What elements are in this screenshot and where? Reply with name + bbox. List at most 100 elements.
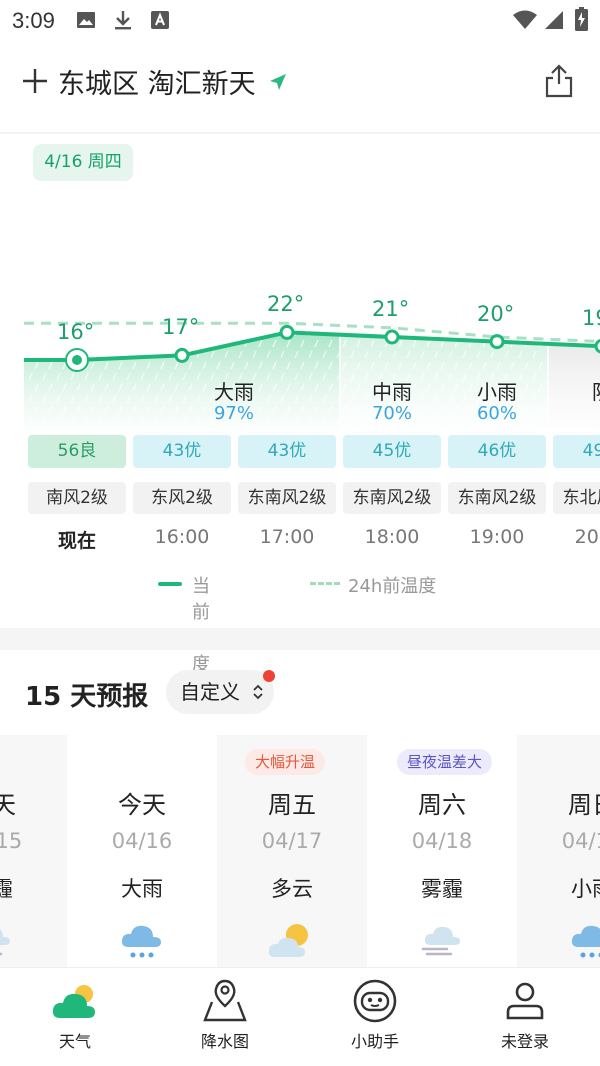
forecast-day-name: 昨天 [0, 791, 16, 819]
hourly-precip-chance: 97% [213, 403, 254, 424]
tab-label: 降水图 [200, 1032, 249, 1051]
hourly-time: 18:00 [364, 526, 420, 548]
forecast-day[interactable]: 周日 04/19 小雨 [517, 735, 600, 967]
sort-chevron-icon [253, 684, 263, 700]
tab-label: 天气 [58, 1032, 91, 1051]
aqi-badge[interactable]: 45优 [343, 435, 441, 468]
tab-label: 未登录 [500, 1032, 549, 1051]
rain-cloud-icon [571, 925, 600, 958]
hourly-time: 16:00 [154, 526, 210, 548]
image-notification-icon [77, 12, 95, 28]
hourly-condition: 阴 [550, 376, 600, 405]
status-time: 3:09 [12, 8, 55, 33]
tab-label: 小助手 [350, 1032, 399, 1051]
hourly-condition: 中雨 [372, 380, 412, 404]
tab-login[interactable]: 未登录 [450, 968, 600, 1066]
forecast-day-condition: 雾霾 [421, 877, 463, 901]
hourly-time: 17:00 [259, 526, 315, 548]
forecast-day[interactable]: 昼夜温差大周六 04/18 雾霾 [367, 735, 517, 967]
section-gap [0, 628, 600, 650]
app-header: 东城区 淘汇新天 [0, 56, 600, 108]
font-notification-icon [151, 11, 169, 29]
battery-charging-icon [575, 7, 588, 31]
aqi-badge[interactable]: 43优 [133, 435, 231, 468]
legend-prev-label: 24h前温度 [348, 576, 437, 597]
forecast-day-name: 今天 [118, 791, 166, 819]
hourly-time: 19:00 [469, 526, 525, 548]
aqi-badge[interactable]: 43优 [238, 435, 336, 468]
location-arrow-icon [270, 74, 286, 90]
hourly-temp-label: 17° [162, 315, 200, 340]
share-icon[interactable] [544, 64, 574, 98]
hourly-condition: 小雨 [477, 380, 517, 404]
forecast-day-condition: 多云 [271, 877, 313, 901]
legend-current-swatch [158, 582, 182, 586]
divider [0, 132, 600, 134]
partly-cloudy-icon [268, 924, 308, 957]
legend-current-label: 当前温度 [192, 576, 210, 675]
add-city-icon[interactable] [22, 68, 48, 94]
forecast-day-date: 04/19 [561, 829, 600, 853]
temp-point [174, 347, 190, 363]
hourly-temp-label: 16° [57, 320, 95, 344]
customize-button[interactable]: 自定义 [166, 670, 274, 714]
user-icon [506, 982, 544, 1020]
haze-icon [0, 929, 10, 956]
aqi-badge[interactable]: 46优 [448, 435, 546, 468]
assistant-icon [353, 979, 397, 1023]
status-bar: 3:09 [0, 0, 600, 40]
temp-point [489, 334, 505, 350]
hourly-precip-chance: 60% [476, 403, 517, 424]
location-title[interactable]: 东城区 淘汇新天 [58, 62, 256, 101]
temp-point [384, 329, 400, 345]
current-point [72, 355, 82, 365]
hourly-temp-label: 22° [267, 292, 305, 317]
hourly-temp-label: 19° [582, 306, 600, 331]
forecast-day[interactable]: 大幅升温周五 04/17 多云 [217, 735, 367, 967]
legend-prev-swatch [310, 582, 340, 585]
wind-label: 东南风2级 [343, 482, 441, 514]
forecast-day[interactable]: 昨天 04/15 雾霾 [0, 735, 67, 967]
hourly-condition: 大雨 [214, 380, 254, 404]
temp-point [279, 324, 295, 340]
notification-dot [263, 670, 275, 682]
hourly-time: 20:00 [574, 526, 600, 548]
date-chip: 4/16 周四 [33, 144, 133, 181]
wind-label: 东风2级 [133, 482, 231, 514]
forecast-day-date: 04/16 [111, 829, 173, 853]
hourly-temp-label: 20° [477, 301, 515, 326]
forecast-day-date: 04/17 [261, 829, 323, 853]
rain-cloud-icon [121, 925, 161, 958]
forecast-day-condition: 小雨 [571, 877, 600, 901]
aqi-badge[interactable]: 49优 [553, 435, 600, 468]
forecast-title: 15 天预报 [25, 682, 149, 712]
hourly-temp-label: 21° [372, 297, 410, 321]
tab-precipitation-map[interactable]: 降水图 [150, 968, 300, 1066]
temp-point [594, 338, 600, 354]
download-notification-icon [115, 11, 131, 30]
weather-icon [52, 985, 95, 1018]
wifi-icon [513, 10, 537, 29]
forecast-day-condition: 雾霾 [0, 877, 13, 901]
customize-label: 自定义 [180, 680, 240, 704]
forecast-day-name: 周五 [268, 791, 316, 819]
bottom-tab-bar: 天气 降水图 小助手 未登录 [0, 967, 600, 1066]
wind-label: 东南风2级 [448, 482, 546, 514]
aqi-badge[interactable]: 56良 [28, 435, 126, 468]
forecast-day[interactable]: 今天 04/16 大雨 [67, 735, 217, 967]
forecast-day-date: 04/18 [411, 829, 473, 853]
forecast-day-date: 04/15 [0, 829, 23, 853]
tab-assistant[interactable]: 小助手 [300, 968, 450, 1066]
forecast-badge: 大幅升温 [245, 749, 326, 775]
tab-weather[interactable]: 天气 [0, 968, 150, 1066]
wind-label: 东北风2级 [553, 482, 600, 514]
forecast-badge: 昼夜温差大 [397, 749, 493, 775]
hourly-precip-chance: 70% [371, 403, 412, 424]
map-pin-icon [203, 979, 247, 1022]
forecast-day-condition: 大雨 [121, 877, 163, 901]
forecast-day-name: 周六 [418, 791, 466, 819]
weather-page: 3:09 东城区 淘汇新天 4/16 周四 16° 17° 22° 21° 20° 19°… [0, 0, 600, 1066]
forecast-day-name: 周日 [568, 791, 600, 819]
signal-icon [545, 11, 563, 29]
wind-label: 东南风2级 [238, 482, 336, 514]
